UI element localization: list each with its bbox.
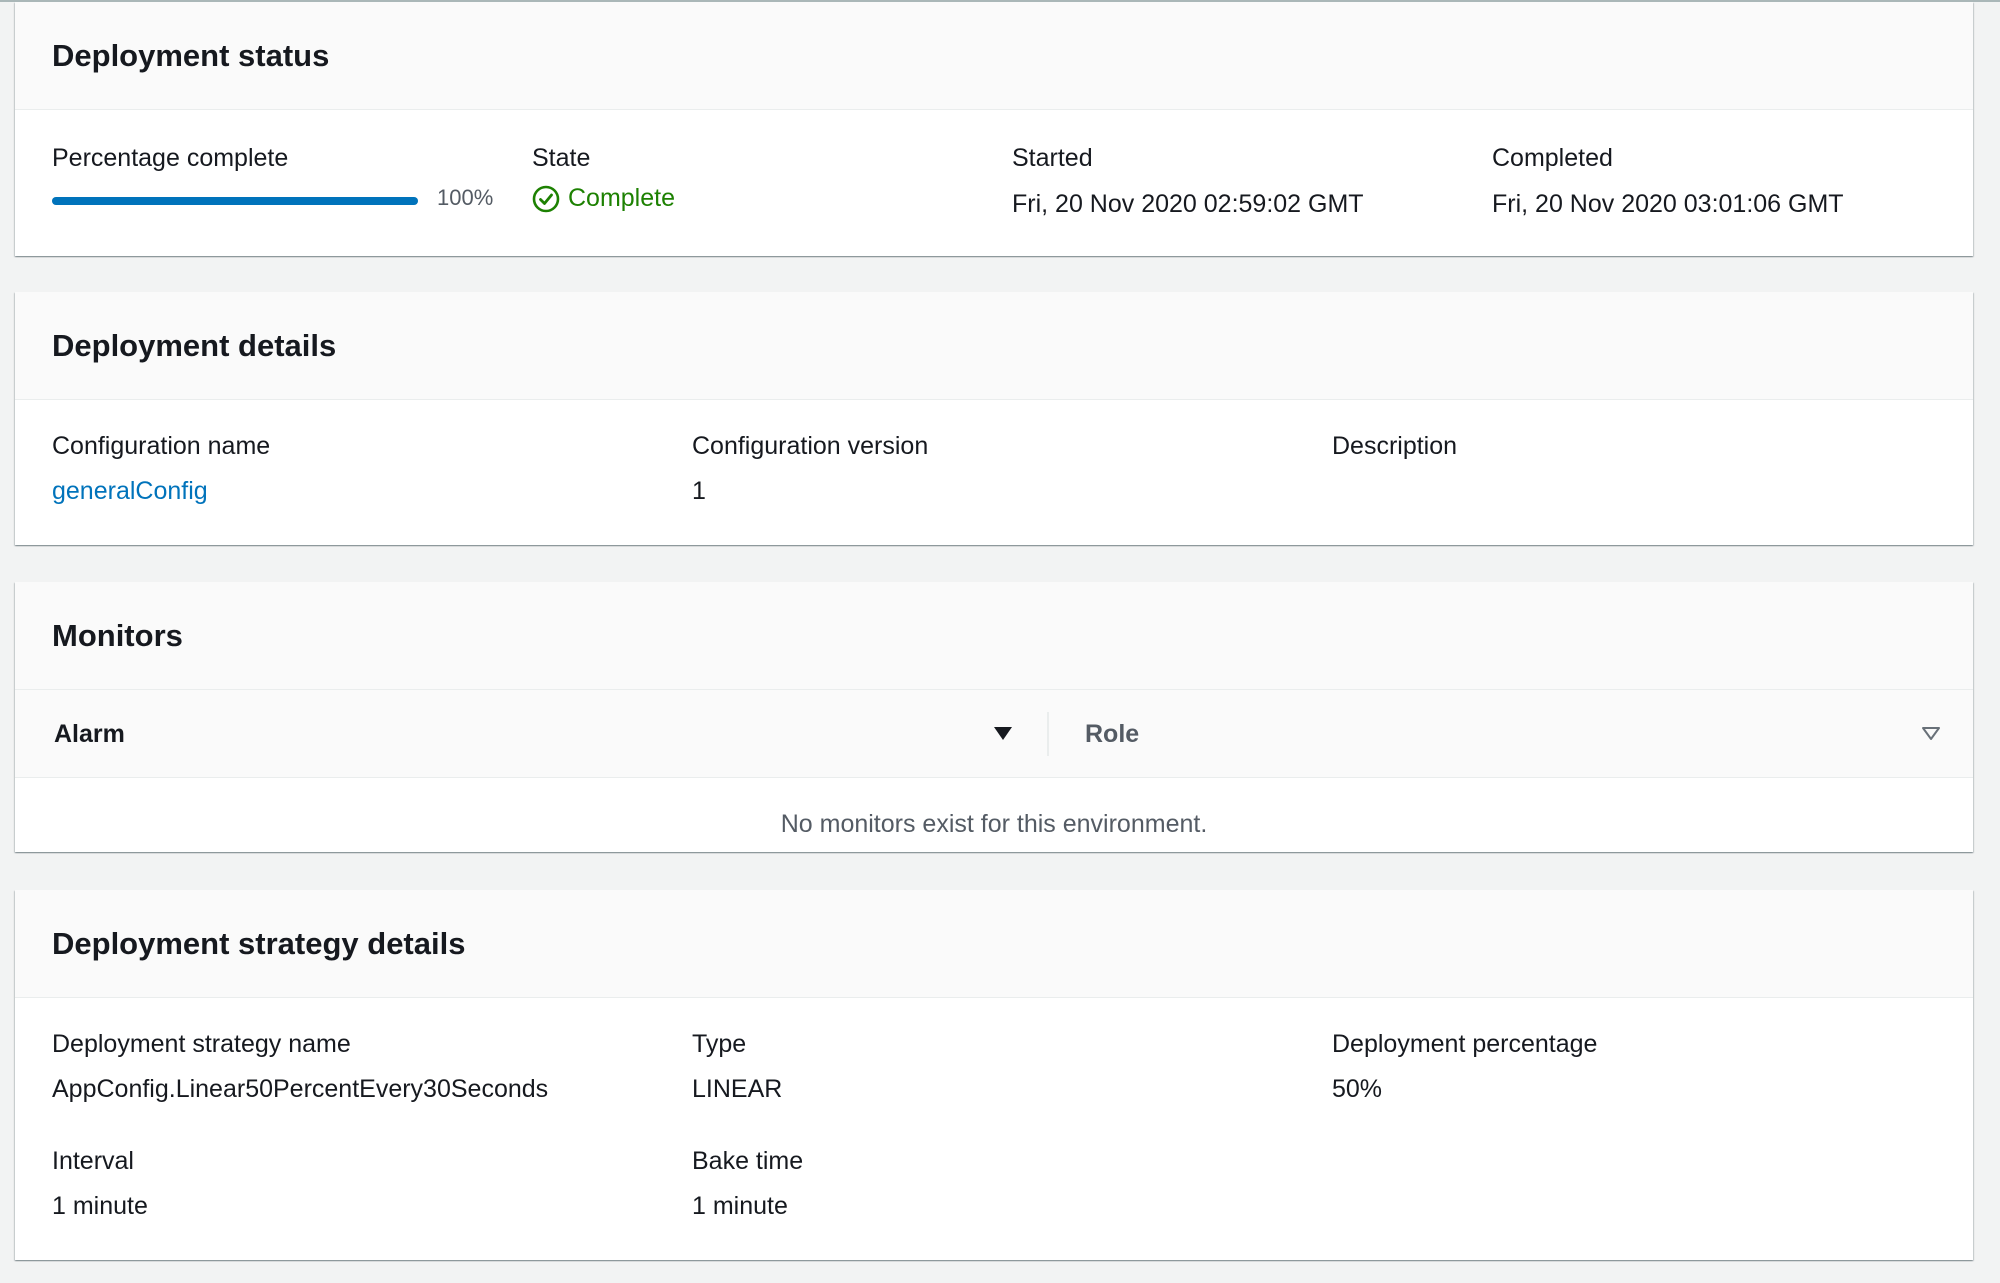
started-label: Started xyxy=(1012,144,1093,172)
monitors-header: Monitors xyxy=(15,582,1973,690)
monitors-title: Monitors xyxy=(52,617,183,653)
deployment-page: Deployment status Percentage complete 10… xyxy=(0,0,2000,1283)
alarm-column-label: Alarm xyxy=(54,719,125,748)
role-column-header[interactable]: Role xyxy=(1085,690,1139,778)
state-value: Complete xyxy=(568,184,675,212)
completed-value: Fri, 20 Nov 2020 03:01:06 GMT xyxy=(1492,190,1844,218)
strategy-type-value: LINEAR xyxy=(692,1075,783,1103)
strategy-name-value: AppConfig.Linear50PercentEvery30Seconds xyxy=(52,1075,549,1103)
configuration-name-label: Configuration name xyxy=(52,432,271,460)
column-divider xyxy=(1047,712,1049,756)
strategy-type-label: Type xyxy=(692,1030,747,1058)
sort-descending-icon[interactable] xyxy=(992,722,1014,744)
percentage-complete-value: 100% xyxy=(437,185,494,210)
progress-bar xyxy=(52,197,418,205)
deployment-status-title: Deployment status xyxy=(52,37,330,73)
deployment-details-title: Deployment details xyxy=(52,327,337,363)
deployment-details-panel: Deployment details Configuration name ge… xyxy=(15,292,1973,545)
deployment-strategy-title: Deployment strategy details xyxy=(52,925,466,961)
monitors-table-header: Alarm Role xyxy=(15,690,1973,778)
deployment-strategy-header: Deployment strategy details xyxy=(15,890,1973,998)
configuration-version-label: Configuration version xyxy=(692,432,929,460)
interval-value: 1 minute xyxy=(52,1192,148,1220)
completed-label: Completed xyxy=(1492,144,1613,172)
strategy-name-label: Deployment strategy name xyxy=(52,1030,351,1058)
state-status: Complete xyxy=(532,184,675,213)
deployment-status-header: Deployment status xyxy=(15,2,1973,110)
alarm-column-header[interactable]: Alarm xyxy=(54,690,125,778)
bake-time-value: 1 minute xyxy=(692,1192,788,1220)
deployment-strategy-panel: Deployment strategy details Deployment s… xyxy=(15,890,1973,1260)
interval-label: Interval xyxy=(52,1147,134,1175)
configuration-version-value: 1 xyxy=(692,477,706,505)
bake-time-label: Bake time xyxy=(692,1147,804,1175)
configuration-name-link[interactable]: generalConfig xyxy=(52,477,208,506)
role-column-label: Role xyxy=(1085,719,1140,748)
monitors-empty-message: No monitors exist for this environment. xyxy=(780,810,1208,838)
description-label: Description xyxy=(1332,432,1458,460)
progress-bar-fill xyxy=(52,197,418,205)
deployment-percentage-value: 50% xyxy=(1332,1075,1383,1103)
deployment-details-header: Deployment details xyxy=(15,292,1973,400)
state-label: State xyxy=(532,144,591,172)
deployment-percentage-label: Deployment percentage xyxy=(1332,1030,1598,1058)
started-value: Fri, 20 Nov 2020 02:59:02 GMT xyxy=(1012,190,1364,218)
monitors-panel: Monitors Alarm Role No monitors exist fo… xyxy=(15,582,1973,852)
success-check-icon xyxy=(532,185,560,212)
deployment-status-panel: Deployment status Percentage complete 10… xyxy=(15,2,1973,256)
sort-unsorted-icon[interactable] xyxy=(1920,722,1942,744)
percentage-complete-label: Percentage complete xyxy=(52,144,289,172)
